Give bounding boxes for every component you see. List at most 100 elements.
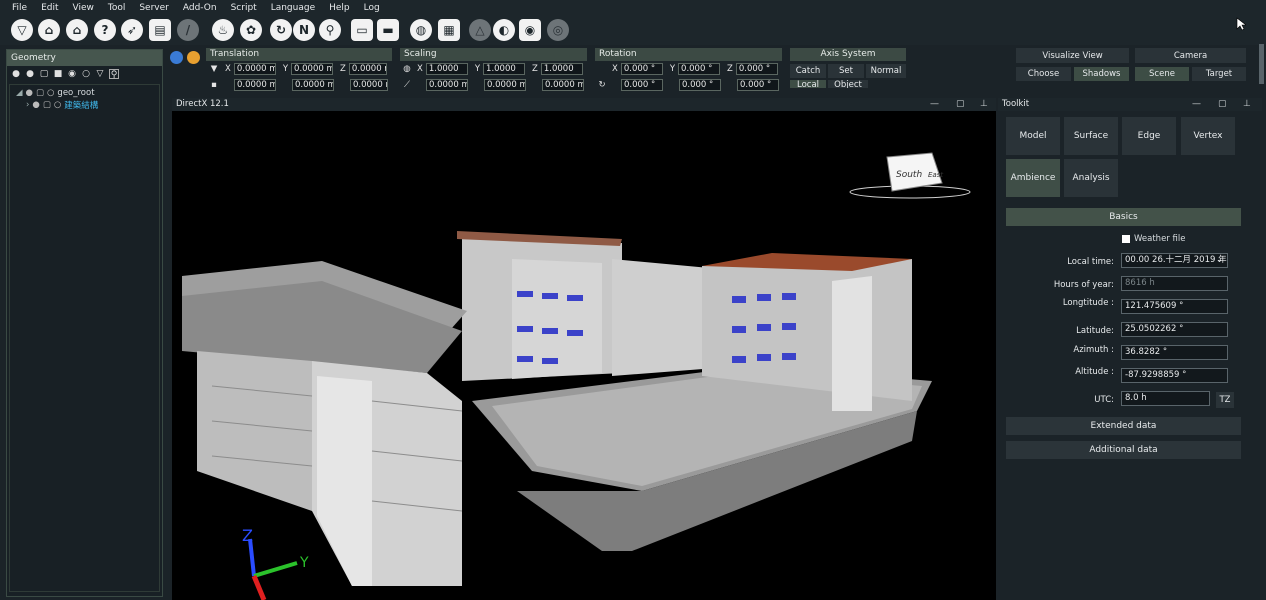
bulb-icon[interactable]: ● [32, 100, 39, 110]
tab-vertex[interactable]: Vertex [1181, 117, 1235, 155]
pin-icon[interactable]: ⊥ [1243, 98, 1251, 111]
vr-icon[interactable]: ◐ [493, 19, 515, 41]
rotation-z2-input[interactable]: 0.000 ° [737, 79, 779, 91]
tree-node-geo-root[interactable]: ◢ ● ▢ ○ geo_root [10, 87, 159, 99]
rotation-z-input[interactable]: 0.000 ° [735, 63, 778, 75]
house-outline-icon[interactable]: ⌂ [66, 19, 88, 41]
rotation-y2-input[interactable]: 0.000 ° [679, 79, 721, 91]
menu-file[interactable]: File [12, 3, 27, 13]
set-button[interactable]: Set [828, 64, 864, 78]
maximize-icon[interactable]: ▢ [956, 98, 965, 111]
cycle-icon[interactable]: ↻ [270, 19, 292, 41]
tab-analysis[interactable]: Analysis [1064, 159, 1118, 197]
scaling-y2-input[interactable]: 0.0000 m [484, 79, 526, 91]
tab-model[interactable]: Model [1006, 117, 1060, 155]
camera-capture-icon[interactable]: ◉ [519, 19, 541, 41]
slope-icon[interactable]: ⟋ [400, 80, 414, 90]
scene-button[interactable]: Scene [1135, 67, 1189, 81]
scaling-z-input[interactable]: 1.0000 [540, 63, 583, 75]
search-icon[interactable]: ⚲ [109, 69, 119, 80]
bulb-off-icon[interactable]: ● [25, 69, 35, 79]
menu-log[interactable]: Log [364, 3, 380, 13]
local-button[interactable]: Local [790, 80, 826, 88]
menu-tool[interactable]: Tool [108, 3, 125, 13]
scaling-y-input[interactable]: 1.0000 [483, 63, 526, 75]
lock-icon[interactable]: ▢ [36, 88, 44, 98]
maximize-icon[interactable]: ▢ [1218, 98, 1227, 111]
globe-icon[interactable]: ◍ [410, 19, 432, 41]
menu-script[interactable]: Script [231, 3, 257, 13]
document-icon[interactable]: ▤ [149, 19, 171, 41]
minimize-icon[interactable]: — [1192, 98, 1201, 111]
stripes-icon[interactable]: / [177, 19, 199, 41]
n-icon[interactable]: N [293, 19, 315, 41]
tree-node-building[interactable]: › ● ▢ ○ 建築結構 [10, 99, 159, 111]
radio-empty-icon[interactable]: ○ [47, 88, 54, 98]
scaling-x2-input[interactable]: 0.0000 m [426, 79, 468, 91]
translation-x2-input[interactable]: 0.0000 m [234, 79, 276, 91]
help-icon[interactable]: ? [94, 19, 116, 41]
lock-transform-icon[interactable] [187, 51, 200, 64]
toolbar-scrollbar[interactable] [1259, 44, 1264, 84]
latitude-field[interactable]: 25.0502262 ° [1121, 322, 1228, 337]
menu-help[interactable]: Help [329, 3, 350, 13]
3d-viewport[interactable]: South East Z Y [172, 111, 996, 600]
minimize-icon[interactable]: — [930, 98, 939, 111]
pin-icon[interactable]: ▪ [206, 80, 222, 90]
weather-file-checkbox[interactable] [1122, 235, 1130, 243]
choose-button[interactable]: Choose [1016, 67, 1071, 81]
pattern-icon[interactable]: ✿ [240, 19, 262, 41]
expand-arrow-icon[interactable]: ◢ [16, 88, 23, 98]
utc-field[interactable]: 8.0 h [1121, 391, 1210, 406]
translation-y2-input[interactable]: 0.0000 m [292, 79, 334, 91]
shadows-button[interactable]: Shadows [1074, 67, 1129, 81]
trash-icon[interactable]: ▽ [95, 69, 105, 79]
network-icon[interactable]: ⚲ [319, 19, 341, 41]
object-button[interactable]: Object [828, 80, 868, 88]
normal-button[interactable]: Normal [866, 64, 906, 78]
scaling-x-input[interactable]: 1.0000 [425, 63, 468, 75]
lock-icon[interactable]: ▢ [43, 100, 51, 110]
menu-view[interactable]: View [73, 3, 94, 13]
longitude-field[interactable]: 121.475609 ° [1121, 299, 1228, 314]
scale-icon[interactable]: ◍ [400, 64, 414, 74]
radio-empty-icon[interactable]: ○ [54, 100, 61, 110]
tab-edge[interactable]: Edge [1122, 117, 1176, 155]
pin-icon[interactable]: ⊥ [980, 98, 988, 111]
scaling-z2-input[interactable]: 0.0000 m [542, 79, 584, 91]
tz-button[interactable]: TZ [1216, 392, 1234, 408]
altitude-field[interactable]: -87.9298859 ° [1121, 368, 1228, 383]
translation-z2-input[interactable]: 0.0000 m [350, 79, 388, 91]
fire-icon[interactable]: ♨ [212, 19, 234, 41]
tab-surface[interactable]: Surface [1064, 117, 1118, 155]
menu-edit[interactable]: Edit [41, 3, 58, 13]
rotation-x-input[interactable]: 0.000 ° [620, 63, 663, 75]
menu-language[interactable]: Language [271, 3, 315, 13]
ai-icon[interactable]: ◎ [547, 19, 569, 41]
grid-icon[interactable]: ▦ [438, 19, 460, 41]
azimuth-field[interactable]: 36.8282 ° [1121, 345, 1228, 360]
menu-add-on[interactable]: Add-On [183, 3, 217, 13]
rotation-x2-input[interactable]: 0.000 ° [621, 79, 663, 91]
lock-icon[interactable]: ■ [53, 69, 63, 79]
arrow-tool-icon[interactable]: ➶ [121, 19, 143, 41]
unlock-icon[interactable]: ▢ [39, 69, 49, 79]
target-button[interactable]: Target [1192, 67, 1246, 81]
expand-arrow-icon[interactable]: › [26, 100, 29, 110]
radio-filled-icon[interactable]: ◉ [67, 69, 77, 79]
rotate-icon[interactable]: ↻ [595, 80, 609, 90]
menu-server[interactable]: Server [139, 3, 169, 13]
bulb-icon[interactable]: ● [11, 69, 21, 79]
chevron-down-icon[interactable]: ⌄ [1216, 254, 1223, 267]
basics-section[interactable]: Basics [1006, 208, 1241, 226]
radio-empty-icon[interactable]: ○ [81, 69, 91, 79]
catch-button[interactable]: Catch [790, 64, 826, 78]
rotation-y-input[interactable]: 0.000 ° [678, 63, 721, 75]
terminal-icon[interactable]: ▭ [351, 19, 373, 41]
tab-ambience[interactable]: Ambience [1006, 159, 1060, 197]
translation-z-input[interactable]: 0.0000 m [348, 63, 387, 75]
bulb-icon[interactable]: ● [26, 88, 33, 98]
dim-tool-icon[interactable]: △ [469, 19, 491, 41]
additional-data-section[interactable]: Additional data [1006, 441, 1241, 459]
translation-y-input[interactable]: 0.0000 m [291, 63, 334, 75]
